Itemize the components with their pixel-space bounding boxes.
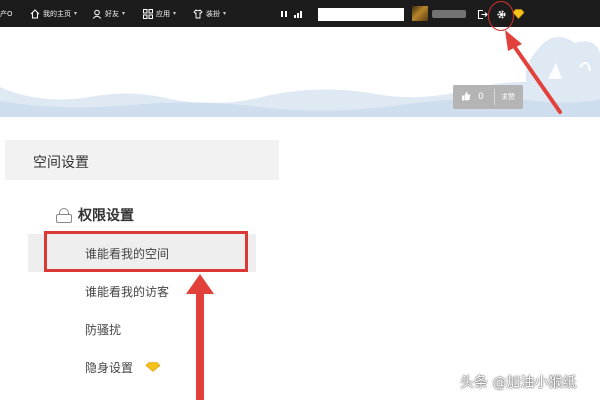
menu-item-anti-harassment[interactable]: 防骚扰 [28,310,256,348]
space-settings-header: 空间设置 [5,140,279,180]
menu-item-label: 谁能看我的访客 [85,284,170,299]
nav-friends-label: 好友 [105,9,119,18]
vip-diamond-icon [145,362,161,372]
menu-item-label: 隐身设置 [85,360,134,375]
nav-friends[interactable]: 好友 ▾ [92,0,125,27]
pause-icon[interactable] [277,7,291,21]
nav-edge-text: 产O [0,9,13,18]
permissions-title: 权限设置 [78,208,134,224]
menu-item-invisible-settings[interactable]: 隐身设置 [28,348,256,386]
nav-dressup-label: 装扮 [206,9,220,18]
nav-home[interactable]: 我的主页 ▾ [30,0,77,27]
watermark-text: 头条 @加油小猴纸 [460,375,577,391]
menu-item-who-can-see-visitors[interactable]: 谁能看我的访客 [28,272,256,310]
chevron-down-icon: ▾ [74,10,78,17]
exit-icon[interactable] [475,7,489,21]
nav-edge-label: 产O [0,0,13,27]
cover-banner: 0 求赞 [0,27,600,117]
like-count: 0 [478,92,484,102]
avatar[interactable] [412,6,428,21]
thumbs-up-icon [458,91,474,104]
chevron-down-icon: ▾ [122,10,126,17]
like-button[interactable]: 0 求赞 [453,85,523,109]
lock-icon [56,208,72,223]
nav-dressup[interactable]: 装扮 ▾ [193,0,226,27]
chevron-down-icon: ▾ [223,10,227,17]
like-label: 求赞 [501,93,515,101]
permissions-section-header[interactable]: 权限设置 [56,205,134,225]
page-title: 空间设置 [33,155,89,171]
home-icon [30,8,40,19]
chevron-down-icon: ▾ [173,10,177,17]
highlight-box [44,231,248,272]
apps-grid-icon [143,8,153,19]
search-input[interactable] [318,8,404,21]
friends-icon [92,9,102,19]
nav-home-label: 我的主页 [43,9,71,18]
nav-apps[interactable]: 应用 ▾ [143,0,176,27]
nav-apps-label: 应用 [156,9,170,18]
shirt-icon [193,8,203,18]
menu-item-label: 防骚扰 [85,322,122,337]
signal-bars-icon[interactable] [292,7,306,21]
user-name-blurred[interactable] [432,10,466,18]
